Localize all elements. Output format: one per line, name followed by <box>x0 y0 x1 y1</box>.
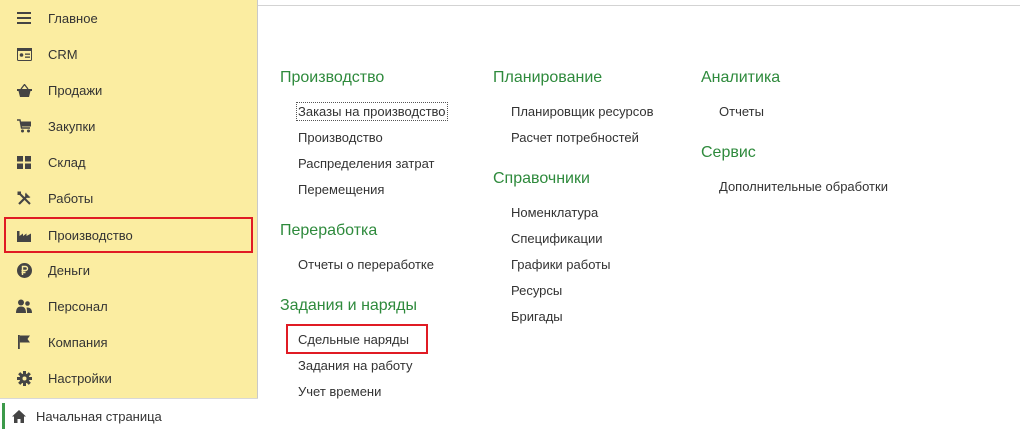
flag-icon <box>16 334 32 350</box>
home-icon <box>12 409 26 423</box>
top-divider <box>258 5 1020 6</box>
link-work-assignments[interactable]: Задания на работу <box>298 358 412 373</box>
sidebar-item-label: Настройки <box>48 370 112 386</box>
sidebar-item-label: Склад <box>48 154 86 170</box>
link-time-tracking[interactable]: Учет времени <box>298 384 381 399</box>
sidebar-item-label: Персонал <box>48 298 108 314</box>
shopping-cart-icon <box>16 118 32 134</box>
sidebar-item-sales[interactable]: Продажи <box>0 72 258 108</box>
people-icon <box>16 298 32 314</box>
link-resources[interactable]: Ресурсы <box>511 283 562 298</box>
sidebar-item-label: Закупки <box>48 118 96 134</box>
sidebar-item-money[interactable]: Деньги <box>0 252 258 288</box>
link-reports[interactable]: Отчеты <box>719 104 764 119</box>
gear-icon <box>16 370 32 386</box>
contact-card-icon <box>16 46 32 62</box>
link-requirements-calc[interactable]: Расчет потребностей <box>511 130 639 145</box>
link-transfers[interactable]: Перемещения <box>298 182 384 197</box>
sidebar-item-warehouse[interactable]: Склад <box>0 144 258 180</box>
sidebar-item-production[interactable]: Производство <box>4 217 253 253</box>
link-work-schedules[interactable]: Графики работы <box>511 257 610 272</box>
link-resource-planner[interactable]: Планировщик ресурсов <box>511 104 654 119</box>
group-title-planning: Планирование <box>493 69 603 86</box>
factory-icon <box>16 227 32 243</box>
sidebar-item-label: Производство <box>48 227 133 243</box>
sidebar-item-label: Продажи <box>48 82 103 98</box>
group-title-catalogs: Справочники <box>493 170 590 187</box>
group-title-production: Производство <box>280 69 385 86</box>
sidebar-item-personnel[interactable]: Персонал <box>0 288 258 324</box>
link-production[interactable]: Производство <box>298 130 383 145</box>
link-cost-allocation[interactable]: Распределения затрат <box>298 156 434 171</box>
warehouse-grid-icon <box>16 154 32 170</box>
sidebar-item-works[interactable]: Работы <box>0 180 258 216</box>
sidebar-item-settings[interactable]: Настройки <box>0 360 258 396</box>
link-additional-processing[interactable]: Дополнительные обработки <box>719 179 888 194</box>
link-processing-reports[interactable]: Отчеты о переработке <box>298 257 434 272</box>
sidebar-item-purchases[interactable]: Закупки <box>0 108 258 144</box>
group-title-analytics: Аналитика <box>701 69 781 86</box>
home-label: Начальная страница <box>36 408 162 424</box>
group-title-processing: Переработка <box>280 222 378 239</box>
sidebar-item-crm[interactable]: CRM <box>0 36 258 72</box>
tools-icon <box>16 190 32 206</box>
sidebar-item-company[interactable]: Компания <box>0 324 258 360</box>
ruble-coin-icon <box>16 262 32 278</box>
link-production-orders[interactable]: Заказы на производство <box>296 102 448 121</box>
link-piecework-orders[interactable]: Сдельные наряды <box>298 332 409 347</box>
shopping-basket-icon <box>16 82 32 98</box>
sidebar-item-label: Компания <box>48 334 108 350</box>
sidebar-item-label: Деньги <box>48 262 90 278</box>
sidebar-item-label: Работы <box>48 190 94 206</box>
menu-lines-icon <box>16 10 32 26</box>
sidebar-item-label: CRM <box>48 46 78 62</box>
sidebar: Главное CRM Продажи Закупки Склад Работы <box>0 0 258 433</box>
group-title-service: Сервис <box>701 144 756 161</box>
sidebar-item-main[interactable]: Главное <box>0 0 258 36</box>
active-indicator <box>2 403 5 429</box>
sidebar-item-label: Главное <box>48 10 98 26</box>
link-nomenclature[interactable]: Номенклатура <box>511 205 598 220</box>
group-title-tasks: Задания и наряды <box>280 297 418 314</box>
link-specifications[interactable]: Спецификации <box>511 231 603 246</box>
link-brigades[interactable]: Бригады <box>511 309 563 324</box>
sidebar-item-home[interactable]: Начальная страница <box>0 398 258 433</box>
